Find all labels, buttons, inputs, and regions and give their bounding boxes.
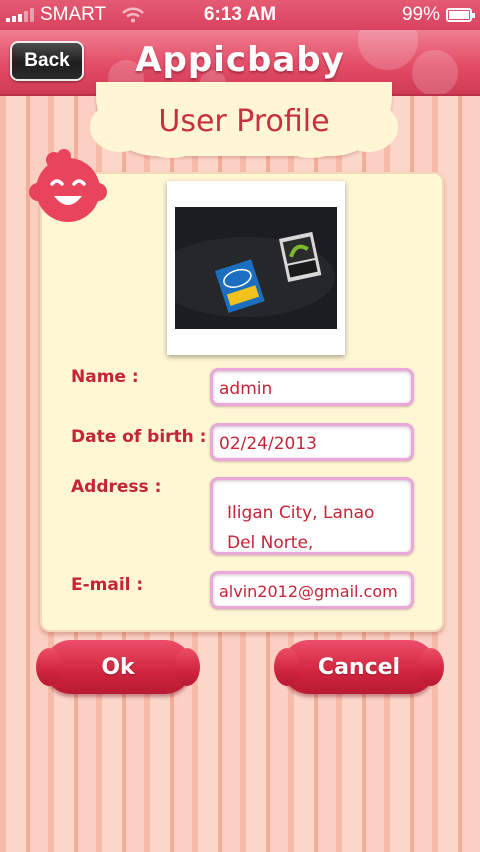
address-field[interactable]: Iligan City, Lanao Del Norte, [210, 477, 414, 555]
email-label: E-mail : [71, 575, 144, 595]
cancel-button[interactable]: Cancel [274, 640, 444, 694]
battery-percent: 99% [401, 4, 440, 25]
address-label: Address : [71, 477, 162, 497]
name-label: Name : [71, 367, 139, 387]
dob-label: Date of birth : [71, 427, 207, 447]
address-line-2: Del Norte, [227, 533, 314, 553]
baby-face-icon [24, 148, 110, 224]
profile-photo [175, 207, 337, 329]
ok-label: Ok [101, 654, 135, 680]
name-field[interactable]: admin [210, 368, 414, 406]
profile-photo-frame[interactable] [167, 181, 345, 355]
status-bar: SMART 6:13 AM 99% [0, 0, 480, 30]
email-field[interactable]: alvin2012@gmail.com [210, 571, 414, 609]
ok-button[interactable]: Ok [36, 640, 200, 694]
address-line-1: Iligan City, Lanao [227, 503, 375, 523]
app-title: Appicbaby [135, 40, 345, 80]
battery-group: 99% [401, 4, 475, 26]
dob-field[interactable]: 02/24/2013 [210, 423, 414, 461]
page-title: User Profile [158, 104, 330, 139]
cancel-label: Cancel [317, 654, 401, 680]
battery-icon [446, 8, 475, 22]
